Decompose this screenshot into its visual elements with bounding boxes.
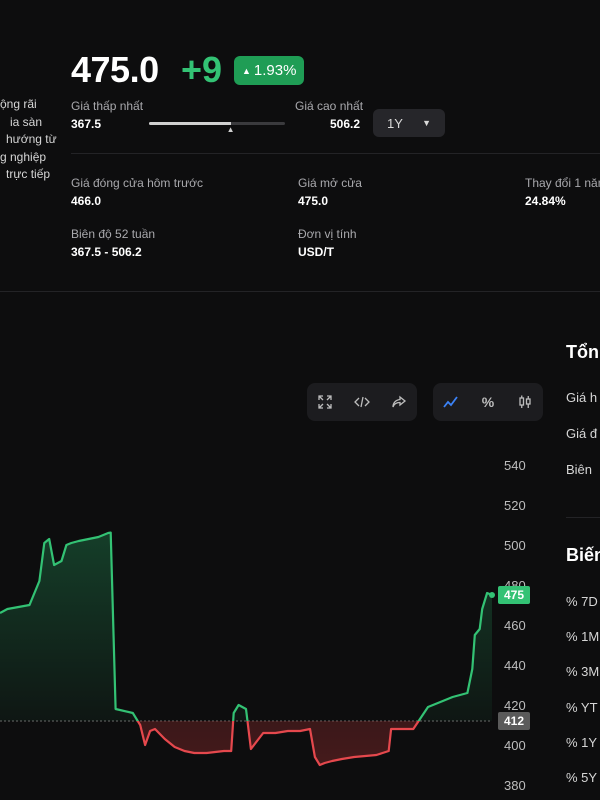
chevron-down-icon: ▼ (422, 118, 431, 128)
change-row: % 1Y (566, 735, 598, 750)
triangle-up-icon: ▲ (242, 65, 251, 76)
description-text: ộng rãi ia sàn hướng từ g nghiệp trực ti… (0, 96, 57, 184)
stat-label: Giá mở cửa (298, 176, 362, 190)
divider (71, 153, 600, 154)
range-marker-icon: ▲ (226, 125, 235, 134)
description-line: g nghiệp (0, 149, 47, 164)
percent-button[interactable]: % (476, 390, 500, 414)
range-bar-fill (149, 122, 231, 125)
period-value: 1Y (387, 115, 403, 131)
y-tick-label: 440 (504, 658, 526, 673)
current-price: 475.0 (71, 49, 159, 90)
price-chart: 540520500480460440420400380 (0, 458, 526, 793)
stat-value: 24.84% (525, 194, 566, 208)
stat-value: 475.0 (298, 194, 329, 208)
low-label: Giá thấp nhất (71, 99, 144, 113)
y-tick-label: 520 (504, 498, 526, 513)
change-percent-badge: ▲ 1.93% (234, 56, 305, 85)
stat-value: USD/T (298, 245, 334, 259)
overview-row: Giá h (566, 390, 598, 405)
baseline-tag: 412 (498, 712, 531, 730)
stat-value: 367.5 - 506.2 (71, 245, 142, 259)
description-line: ộng rãi (0, 97, 37, 111)
low-value: 367.5 (71, 117, 102, 131)
area-up (0, 532, 492, 721)
current-price-tag: 475 (498, 586, 531, 604)
change-row: % 3M (566, 664, 600, 679)
stat-label: Đơn vị tính (298, 227, 357, 241)
period-dropdown[interactable]: 1Y ▼ (373, 109, 445, 137)
chart-share-toolbar (307, 383, 417, 421)
change-title: Biến (566, 545, 600, 565)
stat-value: 466.0 (71, 194, 102, 208)
line-chart-icon[interactable] (439, 390, 463, 414)
expand-icon[interactable] (313, 390, 337, 414)
y-tick-label: 420 (504, 698, 526, 713)
change-row: % 7D (566, 594, 598, 609)
description-line: trực tiếp (6, 167, 51, 181)
change-row: % 1M (566, 629, 600, 644)
share-icon[interactable] (387, 390, 411, 414)
high-label: Giá cao nhất (295, 99, 364, 113)
description-line: ia sàn (10, 114, 43, 129)
y-tick-label: 540 (504, 458, 526, 473)
chart-type-toolbar: % (433, 383, 543, 421)
y-tick-label: 400 (504, 738, 526, 753)
high-value: 506.2 (330, 117, 361, 131)
stat-label: Giá đóng cửa hôm trước (71, 176, 203, 190)
stat-label: Thay đổi 1 năm (525, 176, 600, 190)
last-point (489, 592, 495, 598)
stat-label: Biên độ 52 tuần (71, 227, 156, 241)
change-row: % 5Y (566, 770, 598, 785)
change-row: % YT (566, 700, 598, 715)
y-tick-label: 380 (504, 778, 526, 793)
range-bar (149, 122, 285, 125)
code-icon[interactable] (350, 390, 374, 414)
price-change: +9 (181, 49, 223, 90)
overview-title: Tổn (566, 342, 599, 362)
section-divider (0, 291, 600, 292)
change-percent: 1.93% (253, 62, 297, 79)
overview-row: Biên (566, 462, 593, 477)
candlestick-icon[interactable] (513, 390, 537, 414)
description-line: hướng từ (6, 132, 57, 146)
y-tick-label: 500 (504, 538, 526, 553)
y-tick-label: 460 (504, 618, 526, 633)
panel-divider (566, 517, 600, 518)
overview-row: Giá đ (566, 426, 598, 441)
